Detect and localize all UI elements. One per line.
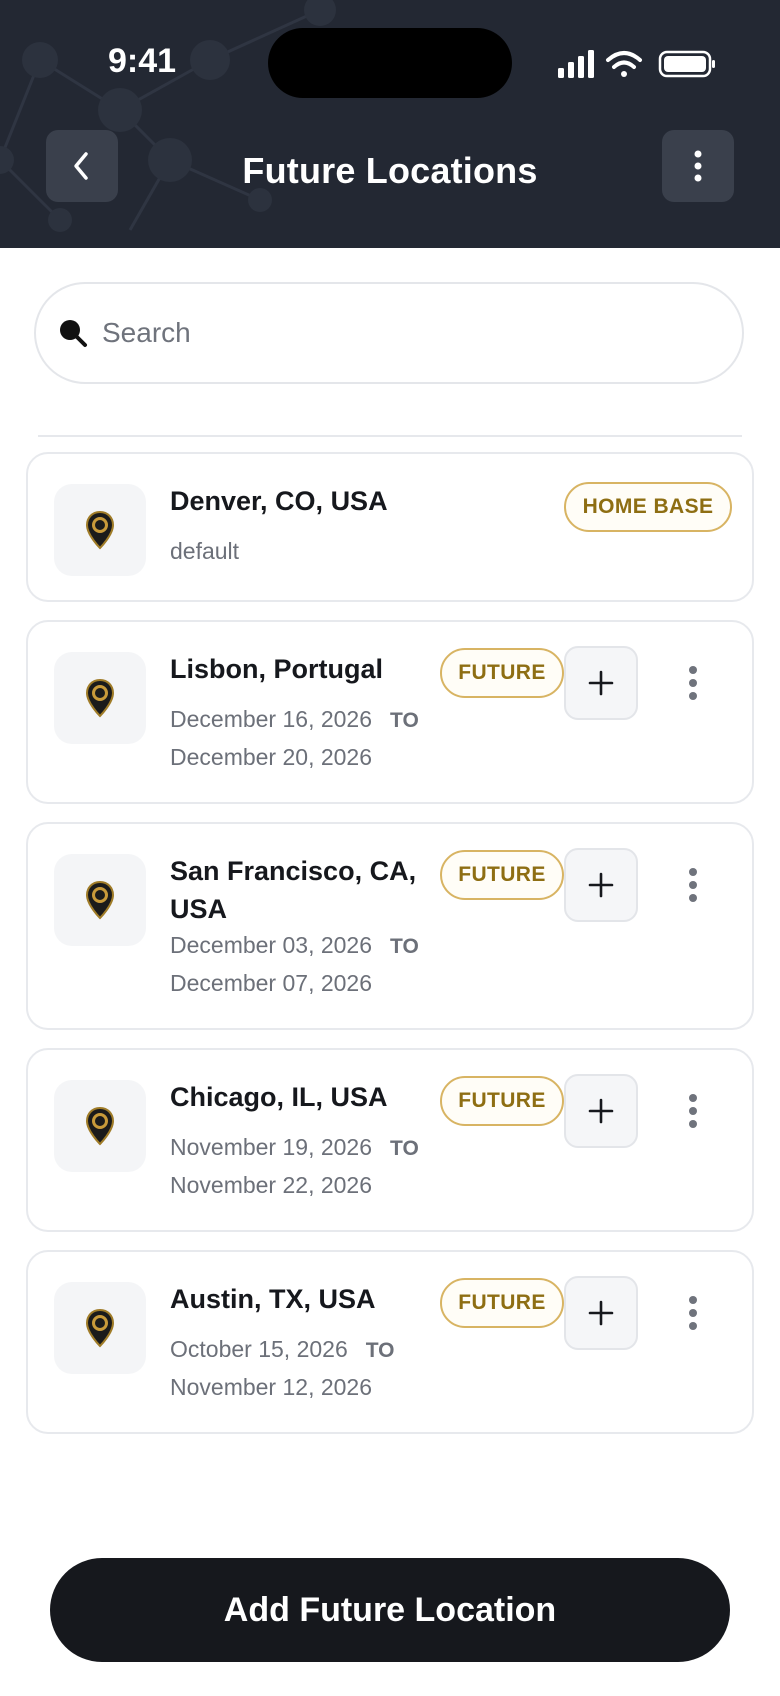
to-label: TO <box>390 1137 419 1160</box>
location-card[interactable]: San Francisco, CA, USA December 03, 2026… <box>26 822 754 1030</box>
divider <box>38 435 742 437</box>
location-name: Lisbon, Portugal <box>170 654 383 684</box>
future-badge: FUTURE <box>440 1278 564 1328</box>
start-date: December 03, 2026 <box>170 932 373 958</box>
card-more-button[interactable] <box>678 860 708 910</box>
more-vertical-icon <box>694 150 702 182</box>
end-date: November 12, 2026 <box>170 1374 373 1400</box>
location-name: San Francisco, CA, USA <box>170 856 417 924</box>
more-vertical-icon <box>689 1296 697 1330</box>
search-bar <box>34 282 744 384</box>
more-vertical-icon <box>689 1094 697 1128</box>
start-date: November 19, 2026 <box>170 1134 373 1160</box>
add-button[interactable] <box>564 1074 638 1148</box>
location-name: Chicago, IL, USA <box>170 1082 388 1112</box>
add-button[interactable] <box>564 646 638 720</box>
location-subtitle: default <box>170 538 240 564</box>
start-date: December 16, 2026 <box>170 706 373 732</box>
location-pin-tile <box>54 1282 146 1374</box>
to-label: TO <box>390 935 419 958</box>
search-input[interactable] <box>100 316 704 350</box>
status-icons <box>558 50 715 78</box>
location-card[interactable]: Chicago, IL, USA November 19, 2026 TO Nov… <box>26 1048 754 1232</box>
date-range-start: October 15, 2026 TO <box>170 1334 395 1366</box>
future-badge: FUTURE <box>440 648 564 698</box>
future-badge: FUTURE <box>440 850 564 900</box>
to-label: TO <box>365 1339 395 1362</box>
end-date: December 20, 2026 <box>170 744 373 770</box>
location-pin-icon <box>85 1106 115 1146</box>
location-name: Denver, CO, USA <box>170 486 388 516</box>
location-card[interactable]: Austin, TX, USA October 15, 2026 TO Novem… <box>26 1250 754 1434</box>
plus-icon <box>588 1098 614 1124</box>
location-pin-icon <box>85 880 115 920</box>
location-pin-icon <box>85 510 115 550</box>
location-card-home-base[interactable]: Denver, CO, USA default HOME BASE <box>26 452 754 602</box>
signal-icon <box>558 50 594 78</box>
date-range-start: November 19, 2026 TO <box>170 1132 419 1164</box>
location-pin-tile <box>54 1080 146 1172</box>
to-label: TO <box>390 709 419 732</box>
location-pin-icon <box>85 678 115 718</box>
wifi-icon <box>606 51 642 77</box>
location-pin-tile <box>54 652 146 744</box>
dynamic-island <box>268 28 512 98</box>
date-range-start: December 03, 2026 TO <box>170 930 419 962</box>
end-date: November 22, 2026 <box>170 1172 373 1198</box>
card-more-button[interactable] <box>678 1288 708 1338</box>
plus-icon <box>588 670 614 696</box>
plus-icon <box>588 872 614 898</box>
battery-icon <box>658 50 715 78</box>
header: 9:41 Future Locations <box>0 0 780 248</box>
location-pin-tile <box>54 854 146 946</box>
status-time: 9:41 <box>108 42 177 80</box>
location-pin-icon <box>85 1308 115 1348</box>
future-badge: FUTURE <box>440 1076 564 1126</box>
card-more-button[interactable] <box>678 658 708 708</box>
end-date: December 07, 2026 <box>170 970 373 996</box>
more-options-button[interactable] <box>662 130 734 202</box>
start-date: October 15, 2026 <box>170 1336 348 1362</box>
location-pin-tile <box>54 484 146 576</box>
home-base-badge: HOME BASE <box>564 482 732 532</box>
add-future-location-button[interactable]: Add Future Location <box>50 1558 730 1662</box>
search-icon <box>60 320 87 347</box>
add-button[interactable] <box>564 1276 638 1350</box>
location-card[interactable]: Lisbon, Portugal December 16, 2026 TO Dec… <box>26 620 754 804</box>
card-more-button[interactable] <box>678 1086 708 1136</box>
add-button[interactable] <box>564 848 638 922</box>
plus-icon <box>588 1300 614 1326</box>
location-name: Austin, TX, USA <box>170 1284 376 1314</box>
more-vertical-icon <box>689 868 697 902</box>
date-range-start: December 16, 2026 TO <box>170 704 419 736</box>
more-vertical-icon <box>689 666 697 700</box>
